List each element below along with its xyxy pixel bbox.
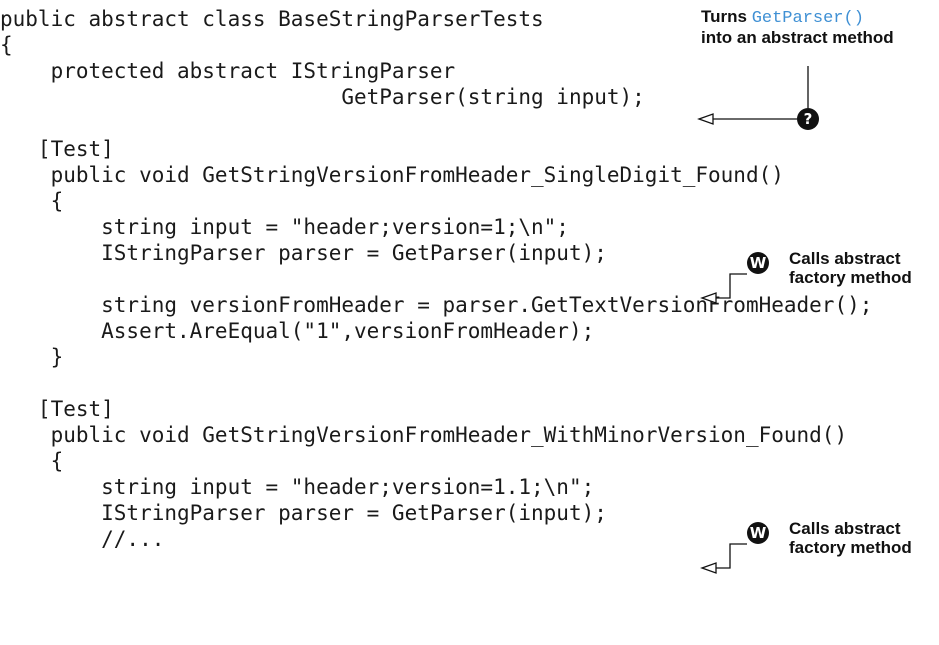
annotation-1: Turns GetParser() into an abstract metho… xyxy=(701,7,894,47)
annotation-2-arrowhead xyxy=(700,292,717,304)
annotation-1-arrowhead xyxy=(697,113,714,125)
annotation-1-prefix: Turns xyxy=(701,7,752,26)
annotation-2-connector xyxy=(716,273,747,299)
annotation-1-marker: ? xyxy=(797,108,819,130)
annotation-1-line2: into an abstract method xyxy=(701,28,894,47)
page: public abstract class BaseStringParserTe… xyxy=(0,0,939,645)
annotation-2-line1: Calls abstract xyxy=(789,249,901,268)
annotation-2-marker: W xyxy=(747,252,769,274)
annotation-2: Calls abstract factory method xyxy=(789,249,912,287)
annotation-2-line2: factory method xyxy=(789,268,912,287)
annotation-3-marker: W xyxy=(747,522,769,544)
annotation-3-line2: factory method xyxy=(789,538,912,557)
annotation-3: Calls abstract factory method xyxy=(789,519,912,557)
annotation-1-code: GetParser() xyxy=(751,9,864,28)
annotation-3-line1: Calls abstract xyxy=(789,519,901,538)
annotation-3-arrowhead xyxy=(700,562,717,574)
annotation-3-connector xyxy=(716,543,747,569)
